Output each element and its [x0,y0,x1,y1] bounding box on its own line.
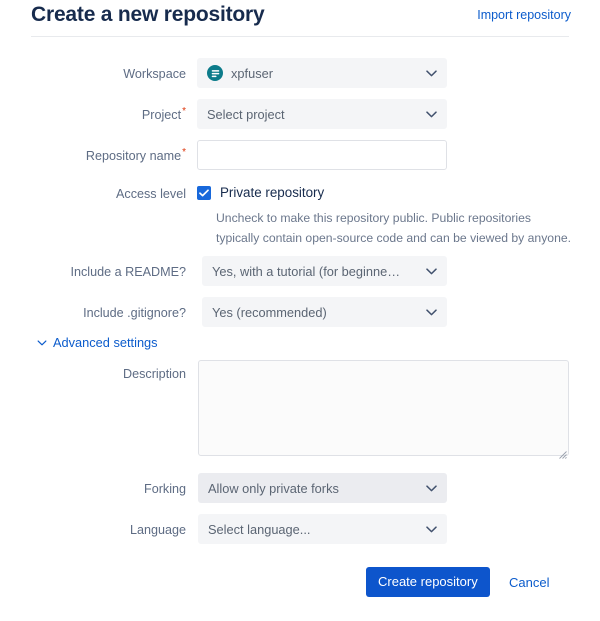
readme-select[interactable]: Yes, with a tutorial (for beginne… [202,256,447,286]
page-header: Create a new repository Import repositor… [0,0,600,38]
gitignore-label: Include .gitignore? [83,306,186,320]
project-required-marker: * [182,105,186,117]
repository-name-label: Repository name* [0,147,186,165]
project-select[interactable]: Select project [197,99,447,129]
private-repository-checkbox-label[interactable]: Private repository [220,184,324,202]
chevron-down-icon [424,66,438,80]
create-repository-page: Create a new repository Import repositor… [0,0,600,621]
language-select[interactable]: Select language... [198,514,447,544]
readme-label: Include a README? [70,265,187,279]
language-value: Select language... [208,521,311,537]
chevron-down-icon [424,305,438,319]
access-level-help-line-2: typically contain open-source code and c… [216,230,572,245]
description-label: Description [123,367,186,381]
check-icon [199,189,209,197]
project-label: Project* [0,106,186,124]
repository-name-input[interactable] [197,140,447,170]
forking-label: Forking [144,482,186,496]
gitignore-select[interactable]: Yes (recommended) [202,297,447,327]
chevron-down-icon [424,264,438,278]
header-divider [31,36,569,37]
private-repository-checkbox-row[interactable]: Private repository [197,184,324,202]
forking-value: Allow only private forks [208,480,339,496]
chevron-down-icon [36,337,48,349]
forking-select[interactable]: Allow only private forks [198,473,447,503]
project-label-text: Project [141,108,182,122]
chevron-down-icon [424,107,438,121]
workspace-label: Workspace [123,67,186,81]
advanced-settings-toggle[interactable]: Advanced settings [36,335,158,350]
language-label: Language [129,523,186,537]
page-title: Create a new repository [31,3,265,26]
access-level-help-line-1: Uncheck to make this repository public. … [216,211,531,225]
workspace-value: xpfuser [231,65,273,81]
project-value: Select project [207,106,285,122]
private-repository-checkbox[interactable] [197,186,211,200]
repository-name-label-text: Repository name [85,149,182,163]
workspace-select[interactable]: xpfuser [197,58,447,88]
create-repository-button[interactable]: Create repository [366,567,490,597]
advanced-settings-label: Advanced settings [53,335,158,350]
workspace-avatar-icon [207,65,223,81]
chevron-down-icon [424,522,438,536]
access-level-label: Access level [116,187,186,201]
access-level-help-text: Uncheck to make this repository public. … [216,209,596,248]
import-repository-link[interactable]: Import repository [477,6,571,24]
gitignore-value: Yes (recommended) [212,304,327,320]
readme-value: Yes, with a tutorial (for beginne… [212,263,401,279]
repository-name-required-marker: * [182,146,186,158]
cancel-button[interactable]: Cancel [503,567,555,599]
description-textarea[interactable] [198,360,569,456]
chevron-down-icon [424,481,438,495]
